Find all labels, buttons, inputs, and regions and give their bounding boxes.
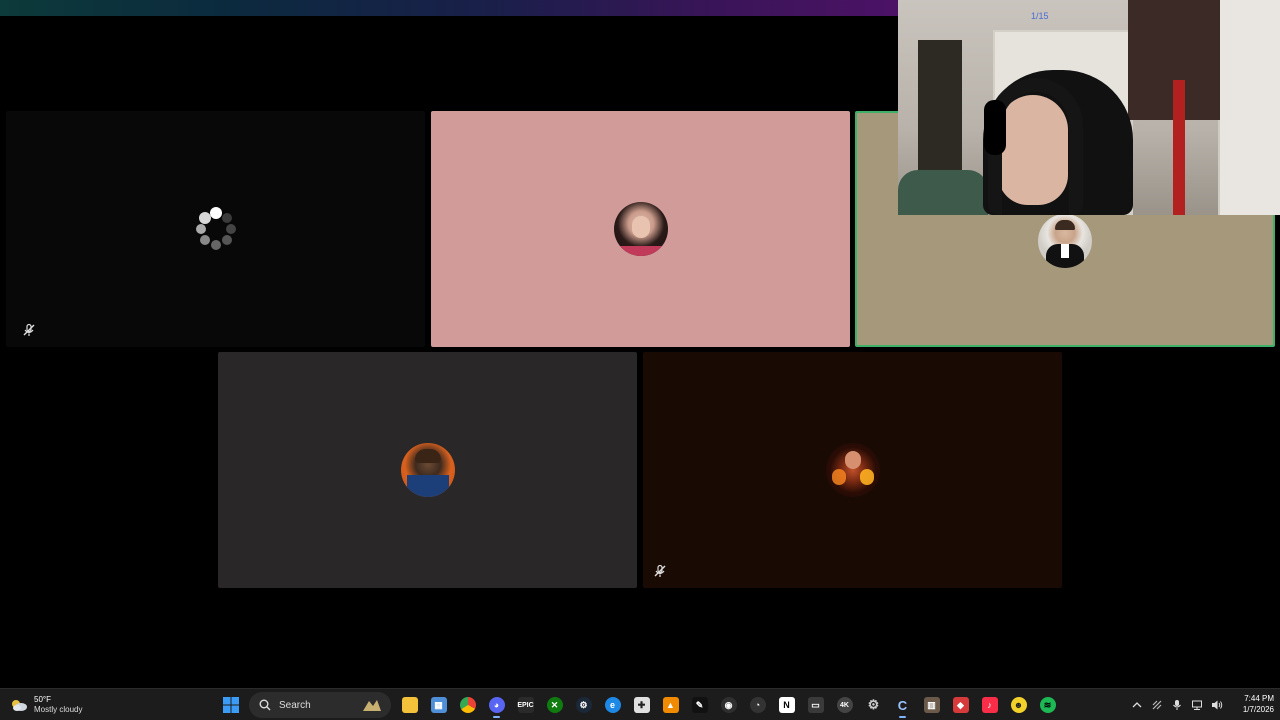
tray-app-button[interactable] [1150,698,1164,712]
taskbar-app-epic-games[interactable]: EPIC [511,692,540,718]
copilot-icon: C [897,697,908,713]
webcam-background-plant [898,170,988,215]
taskbar-app-chrome[interactable] [453,692,482,718]
taskbar-app-vlc[interactable]: ▲ [656,692,685,718]
taskbar-app-store[interactable]: ▦ [424,692,453,718]
taskbar-app-xbox[interactable]: ✕ [540,692,569,718]
webcam-background-light [1173,80,1185,215]
cloud-sun-icon [12,700,27,711]
participant-tile-2[interactable] [431,111,850,347]
clock-date: 1/7/2026 [1242,705,1274,714]
capcut-icon: ✎ [691,697,708,713]
clock-time: 7:44 PM [1244,694,1274,703]
participant-avatar [825,443,880,497]
edge-icon: e [604,697,621,713]
webcam-background-door [1218,0,1280,215]
taskbar-app-task[interactable]: ◔ [743,692,772,718]
taskbar-app-steam[interactable]: ⚙ [569,692,598,718]
taskbar-app-discord[interactable]: ◕ [482,692,511,718]
app-top-gradient-bar [0,0,898,16]
taskbar-search-box[interactable]: Search [249,692,391,718]
apple-music-icon: ♪ [981,697,998,713]
participant-avatar [400,443,455,497]
muted-mic-icon [654,564,666,577]
taskbar-app-emoji[interactable]: ☻ [1004,692,1033,718]
taskbar-app-terminal[interactable]: ▭ [801,692,830,718]
participant-avatar [613,202,668,256]
fourk-icon: 4K [836,697,853,713]
steam-icon: ⚙ [575,697,592,713]
spotify-icon: ≋ [1039,697,1056,713]
taskbar-app-capcut[interactable]: ✎ [685,692,714,718]
participant-tile-4[interactable] [218,352,637,588]
taskbar-app-copilot[interactable]: C [888,692,917,718]
taskbar-app-file-explorer[interactable] [395,692,424,718]
xbox-icon: ✕ [546,697,563,713]
settings-icon: ⚙ [867,697,880,712]
task-app-icon: ◔ [749,697,766,713]
participant-avatar [1038,213,1092,268]
participant-tile-5[interactable] [643,352,1062,588]
microsoft-store-icon: ▦ [430,697,447,713]
taskbar-app-spotify[interactable]: ≋ [1033,692,1062,718]
search-highlight-icon [363,700,381,711]
chrome-icon [459,697,476,713]
notion-icon: N [778,697,795,713]
network-icon [1192,700,1202,710]
taskbar-app-notion[interactable]: N [772,692,801,718]
windows-taskbar: 50°F Mostly cloudy Search ▦ ◕ EPIC ✕ ⚙ e… [0,688,1280,720]
epic-games-icon: EPIC [517,697,534,713]
taskbar-clock[interactable]: 7:44 PM 1/7/2026 [1232,693,1274,715]
obs-icon: ◉ [720,697,737,713]
weather-temperature: 50°F [34,695,51,704]
weather-widget[interactable]: 50°F Mostly cloudy [10,693,82,717]
network-button[interactable] [1190,698,1204,712]
discord-icon: ◕ [488,697,505,713]
webcam-tag: 1/15 [1031,11,1049,21]
desktop: 1/15 50°F Mostly cloudy Search ▦ ◕ EPIC … [0,0,1280,720]
cursor-icon: ✚ [633,697,650,713]
taskbar-app-4k[interactable]: 4K [830,692,859,718]
taskbar-app-office[interactable]: ▥ [917,692,946,718]
roblox-icon: ◆ [952,697,969,713]
taskbar-app-obs[interactable]: ◉ [714,692,743,718]
taskbar-app-edge[interactable]: e [598,692,627,718]
taskbar-app-apple-music[interactable]: ♪ [975,692,1004,718]
tray-overflow-button[interactable] [1130,698,1144,712]
volume-icon [1212,700,1223,710]
office-icon: ▥ [923,697,940,713]
tray-app-icon [1152,700,1162,710]
windows-start-icon [222,697,239,713]
taskbar-app-settings[interactable]: ⚙ [859,692,888,718]
taskbar-app-cursor[interactable]: ✚ [627,692,656,718]
system-tray [1130,693,1224,717]
taskbar-app-roblox[interactable]: ◆ [946,692,975,718]
vlc-icon: ▲ [662,697,679,713]
webcam-overlay: 1/15 [898,0,1280,215]
microphone-button[interactable] [1170,698,1184,712]
microphone-icon [1173,700,1181,710]
webcam-background-shelf [918,40,962,190]
taskbar-pinned-apps: Search ▦ ◕ EPIC ✕ ⚙ e ✚ ▲ ✎ ◉ ◔ N ▭ 4K ⚙… [216,692,1062,718]
muted-mic-icon [23,323,35,336]
volume-button[interactable] [1210,698,1224,712]
loading-spinner-icon [195,207,236,250]
start-button[interactable] [216,692,245,718]
chevron-up-icon [1132,702,1142,708]
emoji-icon: ☻ [1010,697,1027,713]
webcam-headphones [984,100,1006,155]
terminal-icon: ▭ [807,697,824,713]
search-label: Search [279,699,311,711]
weather-condition: Mostly cloudy [34,705,83,714]
file-explorer-icon [401,697,418,713]
search-icon [259,699,271,711]
participant-tile-loading[interactable] [6,111,425,347]
